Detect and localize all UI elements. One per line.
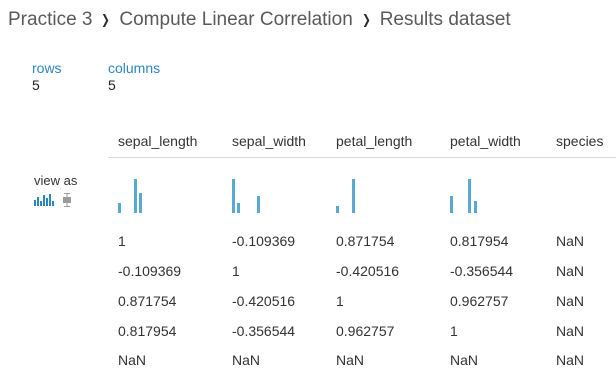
histogram-bar (134, 179, 137, 213)
histogram-species[interactable] (556, 178, 616, 213)
rows-summary: rows 5 (32, 60, 62, 94)
table-cell[interactable]: 0.817954 (450, 233, 508, 249)
histogram-petal_width[interactable] (450, 178, 520, 213)
column-header[interactable]: sepal_width (232, 133, 306, 149)
table-cell[interactable]: NaN (118, 352, 146, 368)
table-cell[interactable]: 1 (232, 263, 240, 279)
histogram-bar (232, 179, 235, 213)
table-cell[interactable]: 0.871754 (336, 233, 394, 249)
histogram-bar (237, 203, 240, 213)
breadcrumb: Practice 3 ❯ Compute Linear Correlation … (8, 9, 511, 31)
table-cell[interactable]: 1 (118, 233, 126, 249)
columns-summary: columns 5 (108, 60, 160, 94)
breadcrumb-item-experiment[interactable]: Practice 3 (8, 9, 92, 31)
table-cell[interactable]: 0.962757 (336, 323, 394, 339)
table-cell[interactable]: 0.817954 (118, 323, 176, 339)
table-cell[interactable]: -0.356544 (232, 323, 295, 339)
histogram-bar (139, 193, 142, 213)
chevron-right-icon: ❯ (361, 12, 371, 27)
column-header[interactable]: petal_length (336, 133, 412, 149)
table-cell[interactable]: -0.420516 (232, 293, 295, 309)
histogram-bar (468, 179, 471, 213)
table-cell[interactable]: NaN (556, 293, 584, 309)
table-cell[interactable]: NaN (556, 323, 584, 339)
chevron-right-icon: ❯ (101, 12, 111, 27)
breadcrumb-item-module[interactable]: Compute Linear Correlation (119, 9, 352, 31)
view-as-label: view as (34, 173, 78, 188)
rows-count: 5 (32, 77, 40, 93)
histogram-bar (352, 179, 355, 213)
histogram-bar (450, 196, 453, 213)
table-cell[interactable]: NaN (556, 233, 584, 249)
table-cell[interactable]: -0.420516 (336, 263, 399, 279)
histogram-bar (474, 201, 477, 213)
table-cell[interactable]: NaN (556, 263, 584, 279)
column-header[interactable]: sepal_length (118, 133, 197, 149)
breadcrumb-item-current: Results dataset (379, 9, 511, 30)
columns-count: 5 (108, 77, 116, 93)
table-cell[interactable]: 1 (336, 293, 344, 309)
column-header[interactable]: species (556, 133, 603, 149)
columns-label: columns (108, 60, 161, 76)
histogram-view-icon[interactable] (34, 194, 54, 206)
histogram-sepal_length[interactable] (118, 178, 188, 213)
table-cell[interactable]: NaN (336, 352, 364, 368)
table-cell[interactable]: NaN (450, 352, 478, 368)
table-cell[interactable]: 0.962757 (450, 293, 508, 309)
table-cell[interactable]: -0.356544 (450, 263, 513, 279)
table-cell[interactable]: -0.109369 (232, 233, 295, 249)
table-cell[interactable]: NaN (232, 352, 260, 368)
histogram-bar (118, 203, 121, 213)
column-header[interactable]: petal_width (450, 133, 521, 149)
histogram-bar (336, 206, 339, 213)
histogram-sepal_width[interactable] (232, 178, 302, 213)
header-divider (108, 157, 616, 158)
table-cell[interactable]: NaN (556, 352, 584, 368)
table-cell[interactable]: 0.871754 (118, 293, 176, 309)
histogram-petal_length[interactable] (336, 178, 406, 213)
histogram-bar (257, 196, 260, 213)
boxplot-view-icon[interactable] (62, 193, 72, 207)
table-cell[interactable]: 1 (450, 323, 458, 339)
rows-label: rows (32, 60, 62, 76)
table-cell[interactable]: -0.109369 (118, 263, 181, 279)
